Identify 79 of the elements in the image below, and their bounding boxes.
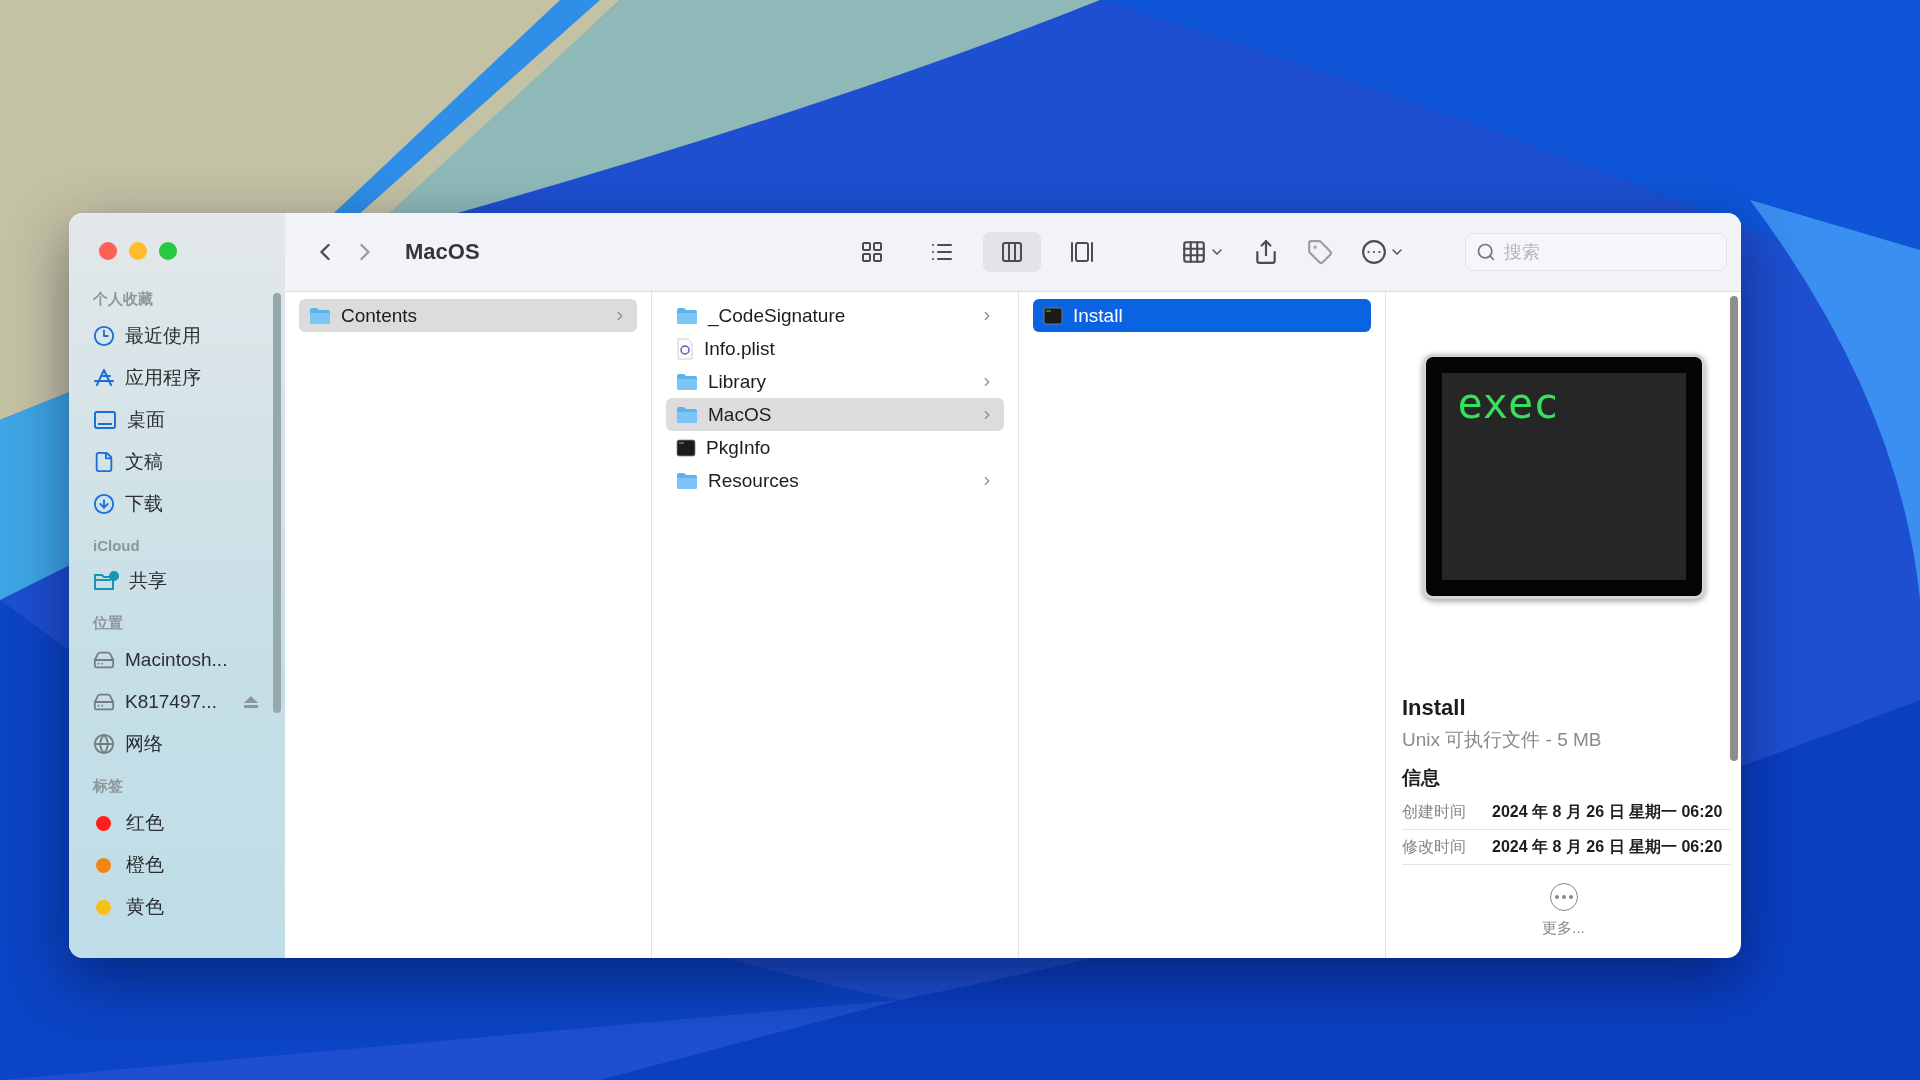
scrollbar[interactable] [1730, 296, 1738, 761]
sidebar-item[interactable]: 下载 [89, 483, 285, 525]
more-link[interactable]: 更多... [1542, 919, 1585, 938]
sidebar-item[interactable]: 红色 [89, 802, 285, 844]
search-icon [1476, 242, 1496, 262]
file-row[interactable]: PkgInfo [666, 431, 1004, 464]
sidebar-item[interactable]: 橙色 [89, 844, 285, 886]
folder-icon [676, 471, 698, 490]
zoom-button[interactable] [159, 242, 177, 260]
sidebar-label: 共享 [129, 569, 167, 593]
file-row[interactable]: Info.plist [666, 332, 1004, 365]
sidebar-label: 最近使用 [125, 324, 201, 348]
info-label: 创建时间 [1402, 801, 1466, 822]
sidebar-label: 桌面 [127, 408, 165, 432]
columns-icon [1000, 240, 1024, 264]
columns-view-button[interactable] [983, 232, 1041, 272]
file-row[interactable]: MacOS [666, 398, 1004, 431]
folder-icon [676, 306, 698, 325]
folder-icon [309, 306, 331, 325]
sidebar-item[interactable]: 桌面 [89, 399, 285, 441]
sidebar-label: K817497... [125, 691, 217, 713]
sidebar-item[interactable]: K817497... [89, 681, 285, 723]
download-icon [93, 493, 115, 515]
gallery-icon [1070, 240, 1094, 264]
eject-icon[interactable] [243, 695, 259, 709]
sidebar-label: 文稿 [125, 450, 163, 474]
sidebar-label: 下载 [125, 492, 163, 516]
tag-icon [1307, 239, 1333, 265]
file-row[interactable]: _CodeSignature [666, 299, 1004, 332]
sidebar-section-title: iCloud [92, 536, 141, 556]
share-icon [1253, 239, 1279, 265]
document-icon [676, 337, 694, 360]
ellipsis-icon [1361, 239, 1387, 265]
info-value: 2024 年 8 月 26 日 星期一 06:20 [1492, 801, 1723, 822]
file-kind: Unix 可执行文件 - 5 MB [1402, 728, 1603, 752]
sidebar-label: 橙色 [126, 853, 164, 877]
drive-icon [93, 691, 115, 713]
drive-icon [93, 649, 115, 671]
sidebar-item[interactable]: 黄色 [89, 886, 285, 928]
window-title: MacOS [405, 239, 481, 265]
file-row[interactable]: Install [1033, 299, 1371, 332]
grid-icon [860, 240, 884, 264]
file-row[interactable]: Contents [299, 299, 637, 332]
file-row[interactable]: Library [666, 365, 1004, 398]
sidebar-item[interactable]: 应用程序 [89, 357, 285, 399]
sidebar-item[interactable]: 文稿 [89, 441, 285, 483]
info-heading: 信息 [1402, 766, 1441, 790]
folder-icon [676, 405, 698, 424]
grid-icon [1181, 239, 1207, 265]
globe-icon [93, 733, 115, 755]
sidebar-label: 网络 [125, 732, 163, 756]
folder-icon [676, 372, 698, 391]
sidebar-label: Macintosh... [125, 649, 228, 671]
apps-icon [93, 367, 115, 389]
sidebar-label: 应用程序 [125, 366, 201, 390]
sidebar-label: 红色 [126, 811, 164, 835]
desktop-icon [93, 410, 117, 430]
shared-folder-icon [93, 570, 119, 592]
file-name: Install [1402, 695, 1467, 721]
sidebar-item[interactable]: 共享 [89, 560, 285, 602]
sidebar-section-title: 标签 [91, 776, 124, 796]
sidebar-item[interactable]: 最近使用 [89, 315, 285, 357]
close-button[interactable] [99, 242, 117, 260]
clock-icon [93, 325, 115, 347]
search-field[interactable]: 搜索 [1502, 240, 1706, 264]
terminal-icon [676, 438, 696, 457]
sidebar-item[interactable]: Macintosh... [89, 639, 285, 681]
document-icon [93, 451, 115, 473]
sidebar-label: 黄色 [126, 895, 164, 919]
search-bar[interactable]: 搜索 [1465, 233, 1727, 271]
file-row[interactable]: Resources [666, 464, 1004, 497]
thumbnail-text: exec [1457, 379, 1559, 428]
info-label: 修改时间 [1402, 836, 1466, 857]
sidebar-section-title: 个人收藏 [92, 289, 154, 309]
terminal-icon [1043, 306, 1063, 325]
sidebar-item[interactable]: 网络 [89, 723, 285, 765]
info-value: 2024 年 8 月 26 日 星期一 06:20 [1492, 836, 1723, 857]
scrollbar[interactable] [273, 293, 281, 713]
sidebar-section-title: 位置 [91, 613, 124, 633]
